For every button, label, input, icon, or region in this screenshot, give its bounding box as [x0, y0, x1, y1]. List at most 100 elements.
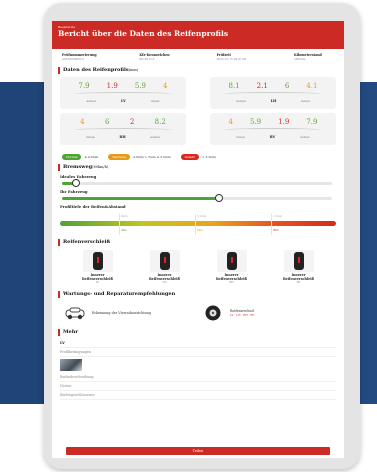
- wear-card-lv[interactable]: Innerer Reifenverschleiß LV: [77, 250, 119, 285]
- wear-name: Innerer Reifenverschleiß: [282, 273, 315, 281]
- report-header: BeesiteLite Bericht über die Daten des R…: [52, 21, 344, 49]
- axle-labels: innen RH außen: [60, 135, 186, 139]
- your-vehicle-slider: [60, 194, 336, 202]
- axle-label-left: innen: [86, 135, 95, 139]
- wear-position: RV: [296, 281, 301, 284]
- tire-shape: [293, 252, 304, 270]
- tread-value: 4: [162, 82, 168, 90]
- tire-shape: [159, 252, 170, 270]
- tread-value: 7.9: [306, 118, 318, 126]
- tread-value: 8.2: [154, 118, 166, 126]
- more-list: LV Profilbedingungen Reifenbeschreibung …: [52, 337, 344, 402]
- meta-value: BG-8612.8: [139, 57, 155, 61]
- tread-value: 5.9: [249, 118, 262, 126]
- wear-card-rv[interactable]: Innerer Reifenverschleiß RV: [278, 250, 320, 285]
- tread-value: 1.9: [278, 118, 290, 126]
- axle-label-mid: RH: [119, 135, 126, 139]
- tread-values: 7.9 1.9 5.9 4: [60, 77, 186, 90]
- slider-fill: [62, 197, 219, 200]
- wear-card-lh[interactable]: Innerer Reifenverschleiß LH: [144, 250, 186, 285]
- section-title: Reifenverschleiß: [63, 239, 111, 245]
- axle-label-right: außen: [300, 135, 310, 139]
- axle-labels: innen RV außen: [210, 135, 336, 139]
- legend-row: Normal ≥ 4.0mm Warnung 4.0mm > Tiefe ≥ 3.2m…: [52, 151, 344, 162]
- tire-tread-icon: [283, 250, 314, 272]
- legend-text: 4.0mm > Tiefe ≥ 3.2mm: [133, 154, 171, 159]
- section-title: Mehr: [63, 329, 78, 335]
- maintenance-item-alignment[interactable]: Erkennung der Vierradausrichtung: [64, 305, 194, 321]
- section-tread-header: Daten des Reifenprofils(mm): [52, 65, 344, 75]
- tread-value: 2: [129, 118, 135, 126]
- scale-top-label: 3.2mm: [197, 215, 207, 218]
- tire-profile-curve: [74, 128, 172, 132]
- more-row: Reifengeschlossenes: [60, 391, 336, 400]
- legend-pill: Warnung: [108, 153, 131, 160]
- scale-label: Profiltiefe der Reifen&Abstand: [60, 204, 126, 209]
- scale-bottom-label: 54m: [197, 229, 203, 232]
- scale-bottom-label: 60m: [273, 229, 279, 232]
- tire-tread-icon: [216, 250, 247, 272]
- legend-text: < 3.2mm: [202, 154, 216, 159]
- axle-label-left: außen: [86, 99, 96, 103]
- axle-grid: 7.9 1.9 5.9 4 außen LV innen 8.1 2.1 6 4.1 außen LH i…: [52, 75, 344, 151]
- meta-cell: Kilometerstand 5685km: [294, 53, 334, 62]
- legend-text: ≥ 4.0mm: [84, 154, 99, 159]
- section-title: Bremsweg(80km/h): [63, 164, 108, 170]
- meta-cell: Prüfzeit 2025-01-15 09:41:09: [217, 53, 287, 62]
- legend-pill: Gefahr: [180, 153, 199, 160]
- axle-label-right: innen: [301, 99, 310, 103]
- tread-values: 4 5.9 1.9 7.9: [210, 113, 336, 126]
- tread-distance-scale: 8mm 38m 3.2mm 54m 1.6mm 60m: [60, 211, 336, 237]
- slider-knob: [215, 194, 223, 202]
- scale-tick: [195, 214, 196, 235]
- axle-label-left: außen: [236, 99, 246, 103]
- meta-cell: Prüfnummerierung A9T3008002C3: [62, 53, 132, 62]
- report-title: Bericht über die Daten des Reifenprofils: [58, 29, 229, 38]
- more-row: Nester: [60, 382, 336, 391]
- share-button[interactable]: Teilen: [66, 447, 330, 455]
- maintenance-item-tire-change[interactable]: Reifenwechsel LV · LH · RH · RV: [202, 305, 332, 321]
- more-row: LV: [60, 339, 336, 348]
- axle-card-lv: 7.9 1.9 5.9 4 außen LV innen: [60, 77, 186, 109]
- legend-item: Gefahr < 3.2mm: [180, 153, 216, 160]
- meta-value: A9T3008002C3: [62, 57, 85, 61]
- axle-labels: außen LH innen: [210, 99, 336, 103]
- tread-values: 4 6 2 8.2: [60, 113, 186, 126]
- meta-value: 2025-01-15 09:41:09: [216, 57, 247, 61]
- section-marker: [58, 238, 60, 246]
- tread-value: 1.9: [106, 82, 118, 90]
- section-more-header: Mehr: [52, 327, 344, 337]
- scale-bottom-label: 38m: [121, 229, 127, 232]
- maintenance-row: Erkennung der Vierradausrichtung Reifenw…: [52, 299, 344, 327]
- section-title: Wartungs- und Reparaturempfehlungen: [63, 291, 176, 297]
- wear-name: Innerer Reifenverschleiß: [215, 273, 248, 281]
- tread-value: 6: [284, 82, 290, 90]
- axle-label-mid: LV: [121, 99, 126, 103]
- axle-label-mid: RV: [269, 135, 276, 139]
- wear-position: LV: [95, 281, 100, 284]
- axle-label-left: innen: [236, 135, 245, 139]
- section-marker: [58, 163, 60, 171]
- tread-values: 8.1 2.1 6 4.1: [210, 77, 336, 90]
- axle-card-rv: 4 5.9 1.9 7.9 innen RV außen: [210, 113, 336, 145]
- section-title-text: Daten des Reifenprofils: [63, 67, 129, 73]
- legend-item: Normal ≥ 4.0mm: [62, 153, 99, 160]
- tire-photo[interactable]: [60, 359, 82, 371]
- scale-top-label: 8mm: [121, 215, 128, 218]
- tread-value: 4: [80, 118, 85, 126]
- axle-card-lh: 8.1 2.1 6 4.1 außen LH innen: [210, 77, 336, 109]
- wear-position: LH: [162, 281, 167, 284]
- axle-card-rh: 4 6 2 8.2 innen RH außen: [60, 113, 186, 145]
- wear-grid: Innerer Reifenverschleiß LV Innerer Reifen…: [52, 247, 344, 289]
- tire-profile-curve: [224, 128, 322, 132]
- axle-label-right: innen: [150, 99, 160, 103]
- scale-gradient: [60, 221, 336, 226]
- maintenance-subtext: LV · LH · RH · RV: [230, 313, 255, 317]
- section-wear-header: Reifenverschleiß: [52, 237, 344, 247]
- tread-value: 5.9: [134, 82, 146, 90]
- tire-shape: [92, 252, 103, 270]
- tire-tread-icon: [149, 250, 180, 272]
- tread-value: 8.1: [228, 82, 240, 90]
- section-marker: [58, 290, 60, 298]
- wear-card-rh[interactable]: Innerer Reifenverschleiß RH: [211, 250, 253, 285]
